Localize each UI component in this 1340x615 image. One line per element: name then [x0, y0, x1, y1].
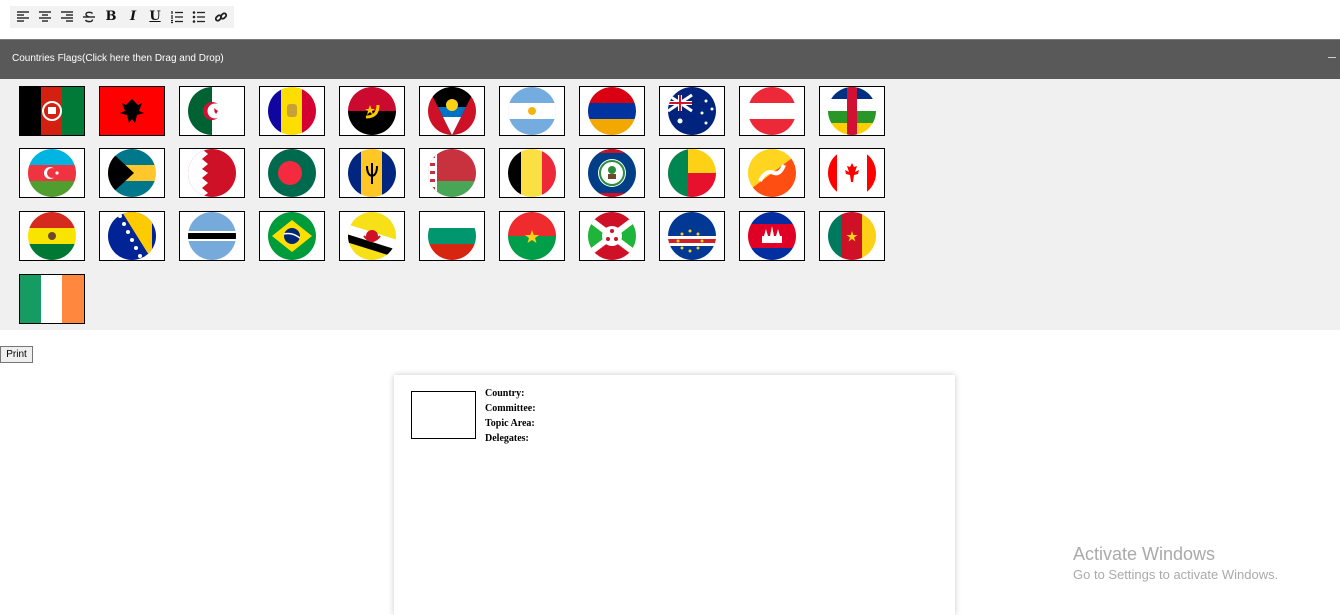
flag-bhutan[interactable] [739, 148, 805, 198]
flag-algeria[interactable] [179, 86, 245, 136]
flag-argentina[interactable] [499, 86, 565, 136]
flag-bosnia-and-herzegovina[interactable] [99, 211, 165, 261]
align-left-icon[interactable] [14, 8, 32, 26]
country-label: Country: [485, 388, 525, 399]
print-button[interactable]: Print [0, 346, 33, 363]
underline-button[interactable]: U [146, 8, 164, 26]
italic-button[interactable]: I [124, 8, 142, 26]
flag-drop-zone[interactable] [411, 391, 476, 439]
committee-label: Committee: [485, 403, 536, 414]
editor-toolbar: B I U [10, 6, 234, 28]
flag-cape-verde[interactable] [659, 211, 725, 261]
flag-armenia[interactable] [579, 86, 645, 136]
flag-bahrain[interactable] [179, 148, 245, 198]
flag-burundi[interactable] [579, 211, 645, 261]
flag-austria[interactable] [739, 86, 805, 136]
flag-cambodia[interactable] [739, 211, 805, 261]
flag-andorra[interactable] [259, 86, 325, 136]
activate-windows-watermark: Activate Windows Go to Settings to activ… [1073, 543, 1278, 585]
flag-azerbaijan[interactable] [19, 148, 85, 198]
italic-label: I [129, 9, 137, 24]
align-right-icon[interactable] [58, 8, 76, 26]
bold-button[interactable]: B [102, 8, 120, 26]
flag-brunei[interactable] [339, 211, 405, 261]
flag-ireland[interactable] [19, 274, 85, 324]
flag-australia[interactable] [659, 86, 725, 136]
flag-angola[interactable] [339, 86, 405, 136]
strikethrough-icon[interactable] [80, 8, 98, 26]
panel-title: Countries Flags(Click here then Drag and… [12, 53, 224, 64]
delegates-label: Delegates: [485, 433, 529, 444]
topic-area-label: Topic Area: [485, 418, 535, 429]
ordered-list-icon[interactable] [168, 8, 186, 26]
flag-barbados[interactable] [339, 148, 405, 198]
underline-label: U [149, 9, 161, 24]
flag-belize[interactable] [579, 148, 645, 198]
flag-burkina-faso[interactable] [499, 211, 565, 261]
flag-bulgaria[interactable] [419, 211, 485, 261]
flag-antigua-and-barbuda[interactable] [419, 86, 485, 136]
flag-bolivia[interactable] [19, 211, 85, 261]
flag-bahamas[interactable] [99, 148, 165, 198]
flag-botswana[interactable] [179, 211, 245, 261]
link-icon[interactable] [212, 8, 230, 26]
flag-central-african-republic[interactable] [819, 86, 885, 136]
collapse-icon[interactable] [1328, 57, 1336, 58]
flag-belarus[interactable] [419, 148, 485, 198]
flag-canada[interactable] [819, 148, 885, 198]
flags-panel-header[interactable]: Countries Flags(Click here then Drag and… [0, 39, 1340, 79]
flags-area [0, 79, 1340, 330]
flag-albania[interactable] [99, 86, 165, 136]
flag-brazil[interactable] [259, 211, 325, 261]
watermark-title: Activate Windows [1073, 544, 1216, 564]
flag-afghanistan[interactable] [19, 86, 85, 136]
watermark-subtitle: Go to Settings to activate Windows. [1073, 567, 1279, 582]
placard-info: Country: Committee: Topic Area: Delegate… [485, 386, 536, 446]
bold-label: B [105, 9, 117, 24]
bullet-list-icon[interactable] [190, 8, 208, 26]
flag-belgium[interactable] [499, 148, 565, 198]
placard-card: Country: Committee: Topic Area: Delegate… [394, 375, 955, 615]
align-center-icon[interactable] [36, 8, 54, 26]
flag-cameroon[interactable] [819, 211, 885, 261]
flag-benin[interactable] [659, 148, 725, 198]
flag-bangladesh[interactable] [259, 148, 325, 198]
